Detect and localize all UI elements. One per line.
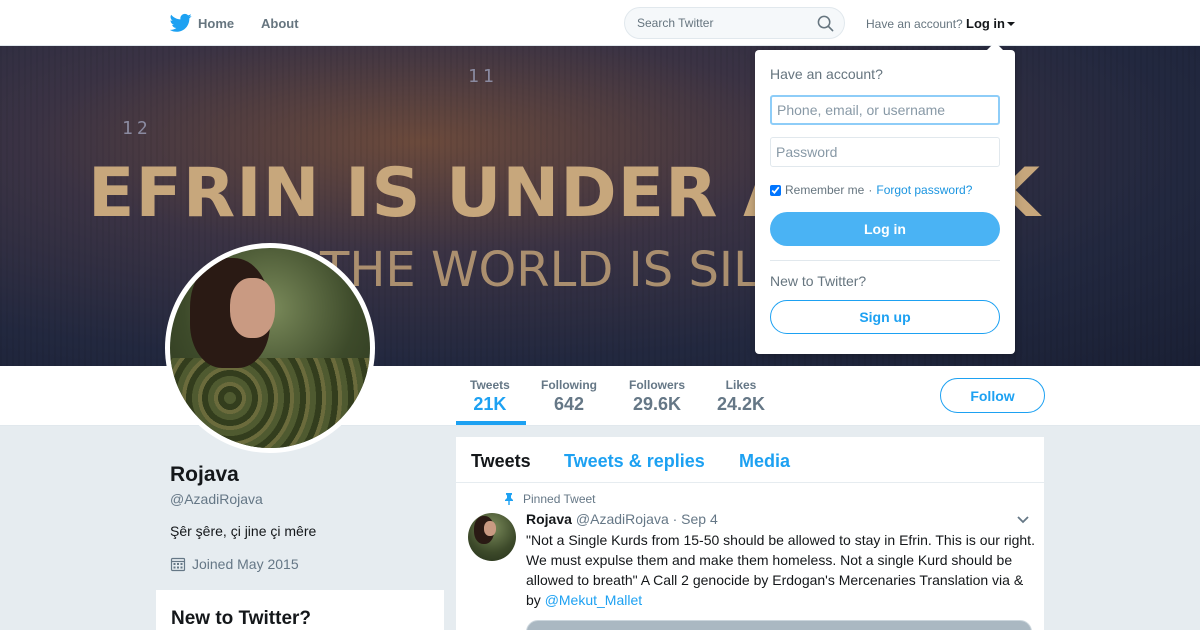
pin-icon — [505, 493, 513, 505]
nav-home[interactable]: Home — [170, 13, 234, 33]
banner-number: 11 — [468, 66, 498, 87]
new-to-twitter-title: New to Twitter? — [171, 608, 312, 629]
joined-label: Joined May 2015 — [192, 556, 299, 572]
login-dropdown-title: Have an account? — [770, 66, 883, 82]
tab-tweets[interactable]: Tweets — [471, 451, 531, 472]
pinned-text: Pinned Tweet — [523, 492, 596, 506]
separator-dot: · — [868, 183, 873, 197]
stat-label: Following — [541, 378, 597, 392]
chevron-down-icon[interactable] — [1016, 515, 1030, 525]
remember-me-label[interactable]: Remember me — [785, 183, 864, 197]
twitter-bird-icon — [170, 13, 192, 32]
login-link-label: Log in — [966, 16, 1005, 31]
avatar-image — [170, 248, 370, 448]
active-stat-underline — [456, 421, 526, 425]
profile-avatar[interactable] — [165, 243, 375, 453]
divider — [770, 260, 1000, 261]
tweet-avatar[interactable] — [468, 513, 516, 561]
stat-value: 24.2K — [717, 394, 766, 414]
stat-value: 21K — [473, 394, 507, 414]
caret-down-icon — [1007, 22, 1015, 26]
tweet-mention-link[interactable]: @Mekut_Mallet — [545, 592, 642, 608]
remember-me-row: Remember me · Forgot password? — [770, 183, 972, 197]
profile-name[interactable]: Rojava — [170, 463, 239, 487]
follow-button[interactable]: Follow — [940, 378, 1045, 413]
pinned-tweet-label: Pinned Tweet — [503, 492, 596, 506]
top-nav: Home About Have an account? Log in — [0, 0, 1200, 46]
login-button[interactable]: Log in — [770, 212, 1000, 246]
search-icon[interactable] — [817, 15, 834, 32]
username-field[interactable] — [770, 95, 1000, 125]
login-dropdown: Have an account? Remember me · Forgot pa… — [755, 42, 1015, 354]
banner-number: 12 — [122, 118, 152, 139]
stat-following[interactable]: Following 642 — [541, 378, 597, 415]
signup-button[interactable]: Sign up — [770, 300, 1000, 334]
stat-followers[interactable]: Followers 29.6K — [629, 378, 685, 415]
forgot-password-link[interactable]: Forgot password? — [876, 183, 972, 197]
stat-value: 29.6K — [632, 394, 682, 414]
search-input[interactable] — [637, 16, 807, 30]
tweet-header: Rojava @AzadiRojava · Sep 4 — [526, 511, 718, 527]
new-to-twitter-text: New to Twitter? — [770, 273, 867, 289]
stat-tweets[interactable]: Tweets 21K — [470, 378, 510, 415]
new-to-twitter-box: New to Twitter? — [156, 590, 444, 630]
search-box[interactable] — [624, 7, 845, 39]
tab-tweets-replies[interactable]: Tweets & replies — [564, 451, 705, 472]
profile-joined: Joined May 2015 — [170, 556, 299, 572]
stat-label: Likes — [725, 378, 757, 392]
nav-home-label: Home — [198, 15, 235, 31]
login-dropdown-toggle[interactable]: Log in — [966, 16, 1015, 31]
stat-value: 642 — [553, 394, 585, 414]
timeline-tabs: Tweets Tweets & replies Media — [456, 437, 1044, 483]
profile-handle[interactable]: @AzadiRojava — [170, 491, 263, 507]
stat-label: Tweets — [470, 378, 510, 392]
profile-bio: Şêr şêre, çi jine çi mêre — [170, 523, 317, 539]
tweet-text: "Not a Single Kurds from 15-50 should be… — [526, 530, 1036, 610]
tweet-media-preview[interactable] — [526, 620, 1032, 630]
calendar-icon — [170, 557, 186, 572]
tweet-author-name[interactable]: Rojava — [526, 511, 572, 527]
tab-media[interactable]: Media — [739, 451, 790, 472]
tweet-meta[interactable]: @AzadiRojava · Sep 4 — [576, 511, 718, 527]
nav-about[interactable]: About — [261, 16, 299, 31]
stat-likes[interactable]: Likes 24.2K — [717, 378, 765, 415]
stat-label: Followers — [629, 378, 686, 392]
timeline: Tweets Tweets & replies Media Pinned Twe… — [456, 437, 1044, 630]
remember-me-checkbox[interactable] — [770, 184, 781, 196]
have-account-text: Have an account? — [866, 17, 963, 31]
password-field[interactable] — [770, 137, 1000, 167]
